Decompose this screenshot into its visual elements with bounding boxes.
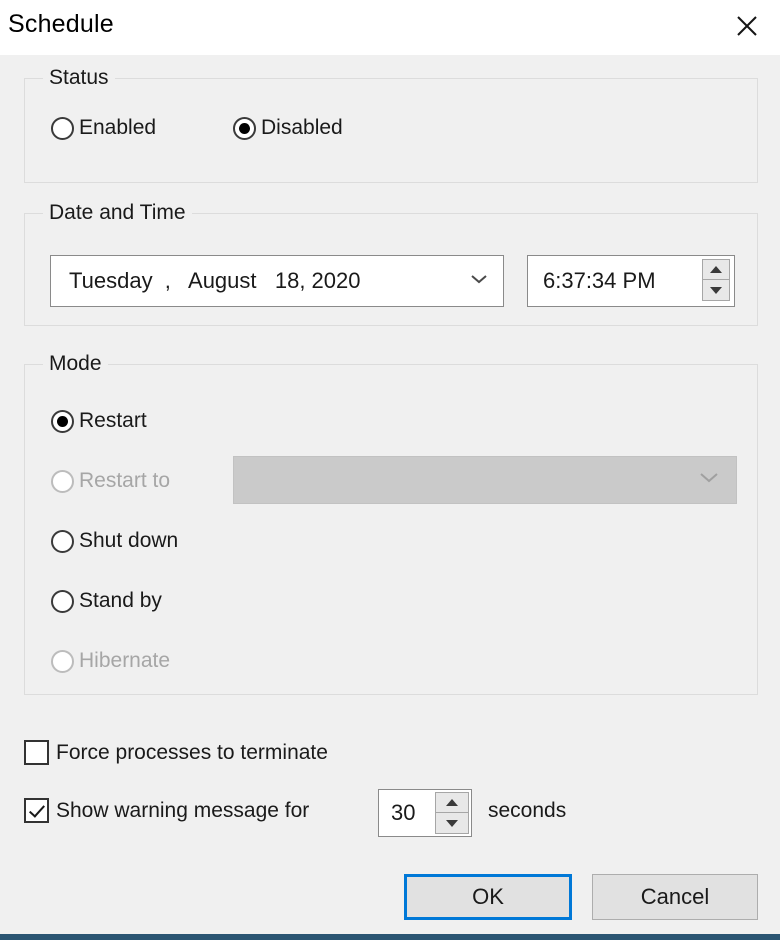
radio-status-enabled[interactable]: Enabled	[51, 116, 156, 140]
close-button[interactable]	[724, 6, 770, 46]
status-group: Status Enabled Disabled	[24, 66, 758, 183]
mode-group-legend: Mode	[43, 352, 108, 376]
checkbox-indicator	[24, 798, 49, 823]
radio-label: Hibernate	[79, 649, 171, 672]
warning-seconds-input[interactable]: 30	[378, 789, 472, 837]
checkbox-label: Show warning message for	[56, 798, 310, 822]
triangle-down-icon	[710, 286, 722, 294]
radio-indicator	[51, 409, 74, 433]
warning-seconds-spinner[interactable]	[435, 792, 469, 834]
radio-label: Shut down	[79, 529, 179, 552]
date-picker[interactable]: Tuesday , August 18, 2020	[50, 255, 504, 307]
radio-label: Stand by	[79, 589, 162, 612]
radio-mode-restart-to: Restart to	[51, 469, 170, 493]
time-value: 6:37:34 PM	[543, 268, 656, 293]
restart-to-combo	[233, 456, 737, 504]
chevron-down-icon	[469, 272, 489, 290]
radio-mode-restart[interactable]: Restart	[51, 409, 147, 433]
ok-button[interactable]: OK	[404, 874, 572, 920]
warning-seconds-value: 30	[391, 800, 416, 825]
date-value: Tuesday , August 18, 2020	[69, 268, 361, 293]
title-bar: Schedule	[0, 0, 780, 55]
status-group-legend: Status	[43, 66, 115, 90]
mode-group: Mode Restart Restart to Shut down Stand …	[24, 352, 758, 695]
radio-indicator	[51, 589, 74, 613]
radio-indicator	[51, 529, 74, 553]
checkbox-show-warning[interactable]: Show warning message for	[24, 798, 309, 823]
radio-label: Disabled	[261, 116, 343, 139]
radio-mode-stand-by[interactable]: Stand by	[51, 589, 162, 613]
radio-label: Restart to	[79, 469, 171, 492]
warning-seconds-spinner-down[interactable]	[435, 813, 469, 834]
triangle-up-icon	[446, 799, 458, 806]
radio-indicator	[51, 116, 74, 140]
time-spinner-up[interactable]	[702, 259, 730, 280]
warning-seconds-spinner-up[interactable]	[435, 792, 469, 813]
checkbox-label: Force processes to terminate	[56, 740, 328, 764]
radio-label: Restart	[79, 409, 147, 432]
radio-label: Enabled	[79, 116, 157, 139]
radio-indicator	[233, 116, 256, 140]
triangle-up-icon	[710, 266, 722, 273]
datetime-group-legend: Date and Time	[43, 201, 192, 225]
seconds-suffix-label: seconds	[488, 799, 567, 822]
radio-indicator	[51, 469, 74, 493]
time-picker[interactable]: 6:37:34 PM	[527, 255, 735, 307]
radio-mode-shut-down[interactable]: Shut down	[51, 529, 178, 553]
radio-status-disabled[interactable]: Disabled	[233, 116, 343, 140]
cancel-button[interactable]: Cancel	[592, 874, 758, 920]
radio-mode-hibernate: Hibernate	[51, 649, 170, 673]
chevron-down-icon	[698, 471, 720, 489]
checkbox-indicator	[24, 740, 49, 765]
window-title: Schedule	[8, 10, 114, 38]
time-spinner-down[interactable]	[702, 280, 730, 301]
bottom-accent-strip	[0, 934, 780, 940]
triangle-down-icon	[446, 819, 458, 827]
close-icon	[735, 14, 759, 38]
checkbox-force-terminate[interactable]: Force processes to terminate	[24, 740, 328, 765]
radio-indicator	[51, 649, 74, 673]
time-spinner[interactable]	[702, 259, 730, 301]
